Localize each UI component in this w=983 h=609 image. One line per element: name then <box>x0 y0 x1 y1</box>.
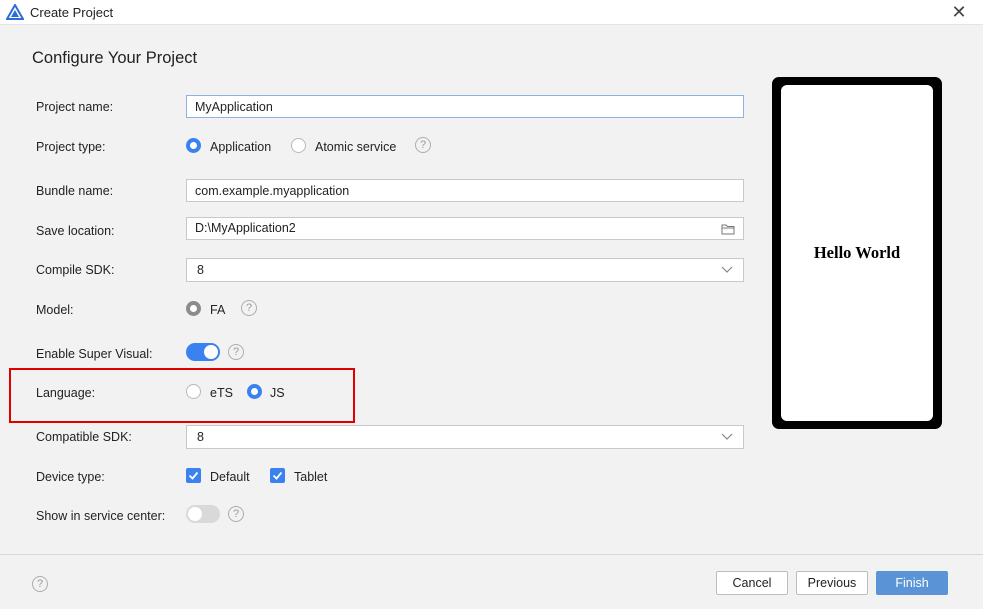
project-type-application-label: Application <box>210 140 272 154</box>
compile-sdk-label: Compile SDK: <box>36 263 115 277</box>
toggle-knob <box>204 345 218 359</box>
save-location-label: Save location: <box>36 224 115 238</box>
project-type-label: Project type: <box>36 140 106 154</box>
app-logo-icon <box>6 4 24 20</box>
language-ets-label: eTS <box>210 386 233 400</box>
service-center-toggle[interactable] <box>186 505 220 523</box>
device-preview: Hello World <box>772 77 942 429</box>
device-type-label: Device type: <box>36 470 105 484</box>
project-name-label: Project name: <box>36 100 114 114</box>
model-help-icon[interactable]: ? <box>241 300 257 316</box>
compatible-sdk-select[interactable]: 8 <box>186 425 744 449</box>
service-center-label: Show in service center: <box>36 509 166 523</box>
checkmark-icon <box>188 471 199 480</box>
page-title: Configure Your Project <box>32 49 198 67</box>
model-label: Model: <box>36 303 74 317</box>
title-bar: Create Project ✕ <box>0 0 983 25</box>
device-type-default-checkbox[interactable] <box>186 468 201 483</box>
close-icon[interactable]: ✕ <box>949 2 969 22</box>
super-visual-label: Enable Super Visual: <box>36 347 153 361</box>
device-type-tablet-label: Tablet <box>294 470 328 484</box>
compatible-sdk-value: 8 <box>197 430 204 444</box>
project-name-input[interactable] <box>186 95 744 118</box>
service-center-help-icon[interactable]: ? <box>228 506 244 522</box>
project-type-atomic-radio[interactable] <box>291 138 306 153</box>
save-location-value: D:\MyApplication2 <box>195 221 296 235</box>
language-ets-radio[interactable] <box>186 384 201 399</box>
language-js-label: JS <box>270 386 285 400</box>
compatible-sdk-label: Compatible SDK: <box>36 430 132 444</box>
language-label: Language: <box>36 386 96 400</box>
project-type-help-icon[interactable]: ? <box>415 137 431 153</box>
compile-sdk-value: 8 <box>197 263 204 277</box>
bundle-name-input[interactable] <box>186 179 744 202</box>
window-title: Create Project <box>30 5 114 20</box>
dialog-footer: ? Cancel Previous Finish <box>0 554 983 609</box>
preview-text: Hello World <box>813 243 901 262</box>
folder-icon[interactable] <box>721 223 735 235</box>
model-fa-label: FA <box>210 303 226 317</box>
language-js-radio[interactable] <box>247 384 262 399</box>
super-visual-help-icon[interactable]: ? <box>228 344 244 360</box>
device-type-default-label: Default <box>210 470 250 484</box>
previous-button[interactable]: Previous <box>796 571 868 595</box>
footer-help-icon[interactable]: ? <box>32 576 48 592</box>
cancel-button[interactable]: Cancel <box>716 571 788 595</box>
finish-button[interactable]: Finish <box>876 571 948 595</box>
chevron-down-icon <box>721 266 733 273</box>
chevron-down-icon <box>721 433 733 440</box>
dialog-content: Configure Your Project Project name: Pro… <box>0 26 983 554</box>
super-visual-toggle[interactable] <box>186 343 220 361</box>
save-location-input[interactable]: D:\MyApplication2 <box>186 217 744 240</box>
project-type-application-radio[interactable] <box>186 138 201 153</box>
device-preview-screen: Hello World <box>781 85 933 421</box>
device-type-tablet-checkbox[interactable] <box>270 468 285 483</box>
bundle-name-label: Bundle name: <box>36 184 114 198</box>
checkmark-icon <box>272 471 283 480</box>
project-type-atomic-label: Atomic service <box>315 140 397 154</box>
toggle-knob <box>188 507 202 521</box>
compile-sdk-select[interactable]: 8 <box>186 258 744 282</box>
model-fa-radio[interactable] <box>186 301 201 316</box>
